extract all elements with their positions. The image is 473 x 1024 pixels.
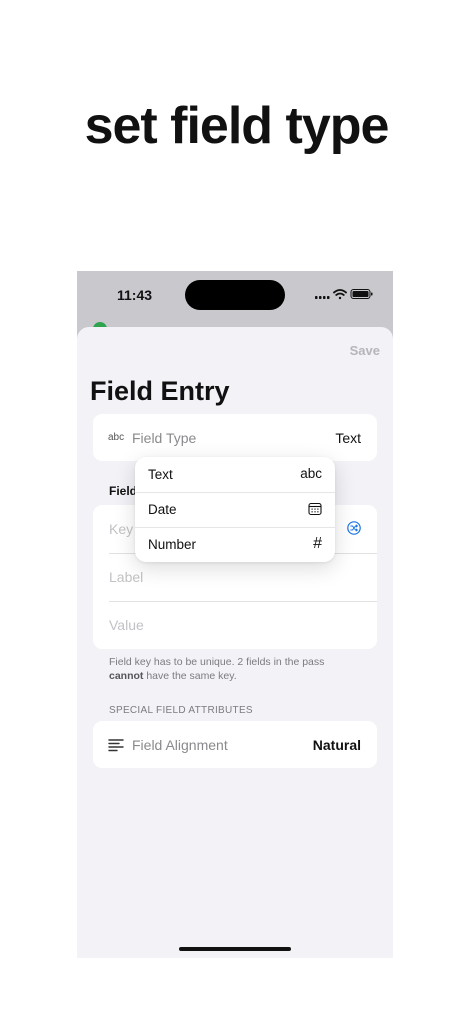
field-type-card: abc Field Type Text xyxy=(93,414,377,461)
dynamic-island xyxy=(185,280,285,310)
value-placeholder: Value xyxy=(109,617,144,633)
wifi-icon xyxy=(333,289,347,300)
footnote-bold: cannot xyxy=(109,670,144,682)
battery-icon xyxy=(350,289,373,299)
special-attributes-header: SPECIAL FIELD ATTRIBUTES xyxy=(109,705,253,716)
field-alignment-label: Field Alignment xyxy=(132,737,228,753)
calendar-icon xyxy=(308,502,322,516)
field-section-header: Field xyxy=(109,484,138,498)
footnote-text: Field key has to be unique. 2 fields in … xyxy=(109,656,325,668)
number-sign-icon: # xyxy=(313,535,322,552)
menu-item-label: Number xyxy=(148,537,197,552)
menu-item-text[interactable]: Text abc xyxy=(135,457,335,492)
value-input[interactable]: Value xyxy=(93,601,377,649)
signal-icon xyxy=(315,296,330,299)
status-bar: 11:43 xyxy=(77,271,393,321)
field-type-label: Field Type xyxy=(132,430,197,446)
menu-item-number[interactable]: Number # xyxy=(135,527,335,562)
menu-item-label: Date xyxy=(148,502,177,517)
alignment-card: Field Alignment Natural xyxy=(93,721,377,768)
menu-item-label: Text xyxy=(148,467,173,482)
field-key-footnote: Field key has to be unique. 2 fields in … xyxy=(109,655,359,683)
label-placeholder: Label xyxy=(109,569,144,585)
key-placeholder: Key xyxy=(109,521,134,537)
field-type-row[interactable]: abc Field Type Text xyxy=(93,414,377,461)
phone-screen: 11:43 Save Field Entry abc Field Type Te… xyxy=(77,271,393,958)
field-type-menu: Text abc Date Number # xyxy=(135,457,335,562)
field-alignment-row[interactable]: Field Alignment Natural xyxy=(93,721,377,768)
headline: set field type xyxy=(84,97,390,155)
page-title: Field Entry xyxy=(90,376,230,406)
field-entry-sheet: Save Field Entry abc Field Type Text Fie… xyxy=(77,327,393,958)
field-type-value: Text xyxy=(335,430,361,446)
menu-item-date[interactable]: Date xyxy=(135,492,335,527)
save-button[interactable]: Save xyxy=(350,343,380,358)
home-indicator[interactable] xyxy=(179,947,291,951)
field-alignment-value: Natural xyxy=(312,737,361,753)
shuffle-icon[interactable] xyxy=(347,521,361,535)
status-time: 11:43 xyxy=(117,287,153,303)
text-align-icon xyxy=(108,739,124,752)
abc-icon: abc xyxy=(300,466,322,481)
footnote-text-end: have the same key. xyxy=(143,670,237,682)
abc-icon: abc xyxy=(108,432,125,443)
status-icons xyxy=(315,289,373,300)
